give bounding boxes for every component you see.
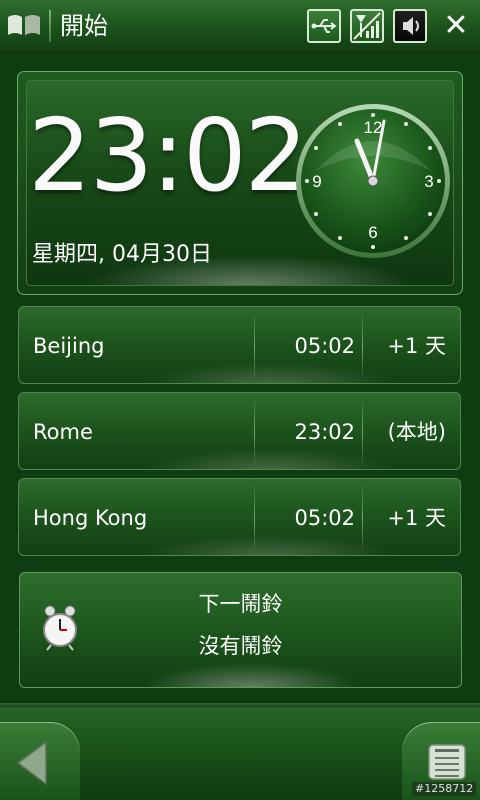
status-bar: 開始 ✕ bbox=[0, 0, 480, 53]
speaker-icon[interactable] bbox=[393, 9, 427, 43]
city-time: 05:02 bbox=[294, 334, 355, 358]
title-separator bbox=[49, 10, 51, 42]
row-divider bbox=[362, 487, 363, 549]
analog-clock: 12 3 6 9 bbox=[296, 104, 450, 258]
date-label: 星期四, 04月30日 bbox=[32, 242, 212, 267]
back-arrow-icon[interactable] bbox=[14, 740, 50, 786]
world-clock-row-hong-kong[interactable]: Hong Kong 05:02 +1 天 bbox=[18, 478, 461, 556]
windows-logo-icon[interactable] bbox=[6, 9, 42, 43]
page-title: 開始 bbox=[60, 12, 108, 40]
world-clock-row-beijing[interactable]: Beijing 05:02 +1 天 bbox=[18, 306, 461, 384]
row-divider bbox=[362, 315, 363, 377]
city-name: Rome bbox=[33, 420, 93, 444]
city-name: Beijing bbox=[33, 334, 105, 358]
signal-icon[interactable] bbox=[350, 9, 384, 43]
city-time: 23:02 bbox=[294, 420, 355, 444]
menu-icon[interactable] bbox=[428, 744, 466, 780]
clock-center bbox=[367, 175, 379, 187]
next-alarm-label: 下一鬧鈴 bbox=[198, 592, 283, 616]
usb-icon[interactable] bbox=[307, 9, 341, 43]
city-time: 05:02 bbox=[294, 506, 355, 530]
watermark: #1258712 bbox=[412, 782, 477, 796]
row-divider bbox=[254, 401, 255, 463]
alarm-status: 沒有鬧鈴 bbox=[198, 634, 283, 658]
day-offset: +1 天 bbox=[387, 334, 446, 358]
row-divider bbox=[254, 315, 255, 377]
day-offset: +1 天 bbox=[387, 506, 446, 530]
alarm-panel[interactable]: 下一鬧鈴 沒有鬧鈴 bbox=[19, 572, 462, 688]
row-divider bbox=[362, 401, 363, 463]
dial-3: 3 bbox=[424, 172, 433, 191]
dial-9: 9 bbox=[312, 172, 321, 191]
dial-6: 6 bbox=[368, 223, 377, 242]
dial-12: 12 bbox=[364, 118, 383, 137]
day-offset: (本地) bbox=[387, 420, 446, 444]
close-icon[interactable]: ✕ bbox=[440, 10, 472, 42]
digital-time: 23:02 bbox=[28, 97, 308, 214]
world-clock-row-rome[interactable]: Rome 23:02 (本地) bbox=[18, 392, 461, 470]
row-divider bbox=[254, 487, 255, 549]
city-name: Hong Kong bbox=[33, 506, 148, 530]
